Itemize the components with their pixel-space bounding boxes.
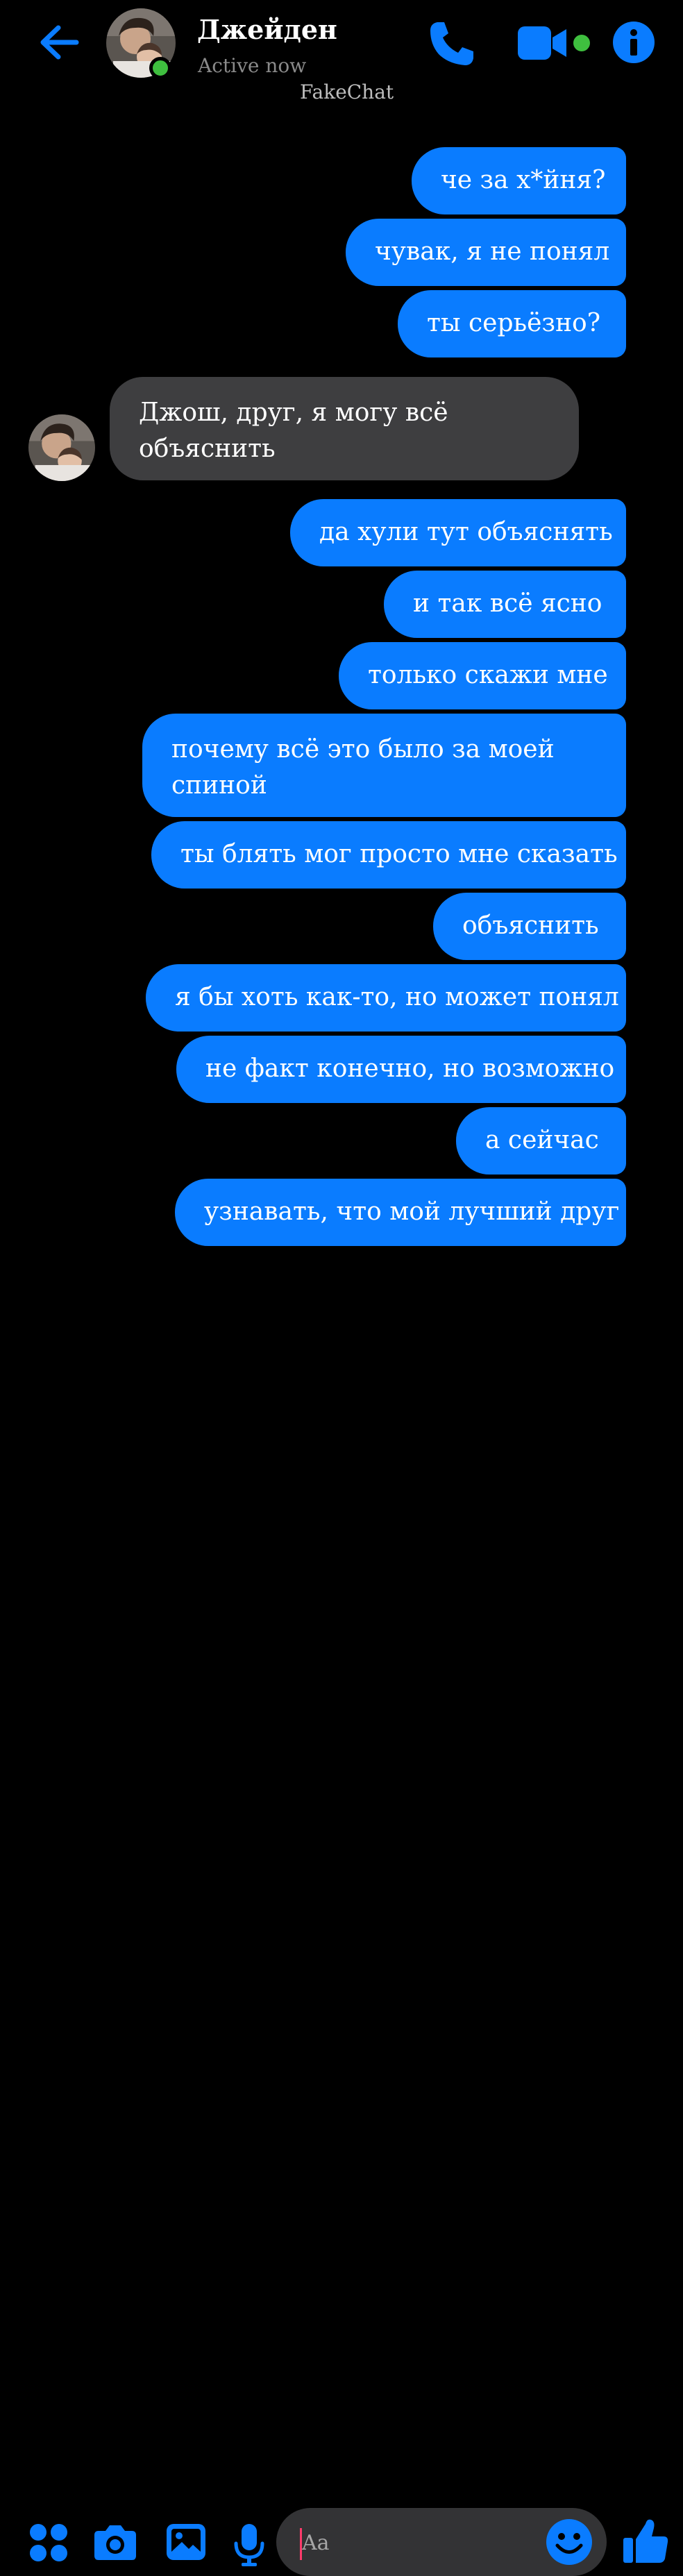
message-sent[interactable]: и так всё ясно: [384, 571, 626, 638]
emoji-button[interactable]: [546, 2518, 593, 2566]
voice-message-button[interactable]: [233, 2523, 265, 2567]
apps-button[interactable]: [29, 2523, 68, 2562]
app-watermark: FakeChat: [300, 81, 394, 103]
message-sent[interactable]: узнавать, что мой лучший друг: [175, 1179, 626, 1246]
thumbs-up-icon: [623, 2519, 668, 2563]
phone-icon: [430, 22, 473, 65]
message-avatar[interactable]: [28, 414, 95, 481]
like-button[interactable]: [622, 2517, 669, 2566]
image-icon: [167, 2524, 205, 2560]
contact-status: Active now: [198, 54, 307, 77]
video-call-button[interactable]: [516, 21, 568, 65]
message-input-placeholder: Aa: [302, 2531, 330, 2555]
info-button[interactable]: [612, 21, 655, 64]
video-camera-icon: [518, 26, 566, 60]
back-arrow-icon: [40, 25, 79, 60]
message-sent[interactable]: только скажи мне: [339, 642, 626, 709]
camera-button[interactable]: [93, 2521, 137, 2563]
message-sent[interactable]: да хули тут объяснять: [290, 499, 626, 566]
online-indicator: [149, 57, 171, 79]
apps-grid-icon: [30, 2524, 67, 2561]
message-sent[interactable]: че за х*йня?: [412, 147, 626, 214]
chat-header: Джейден Active now FakeChat: [0, 0, 683, 104]
voice-call-button[interactable]: [426, 18, 478, 69]
message-sent[interactable]: ты блять мог просто мне сказать: [151, 821, 626, 889]
smiley-icon: [546, 2519, 592, 2565]
info-icon: [613, 22, 655, 63]
video-online-indicator: [573, 35, 590, 51]
message-sent[interactable]: а сейчас: [456, 1107, 626, 1175]
message-received[interactable]: Джош, друг, я могу всё объяснить: [110, 377, 579, 480]
back-button[interactable]: [36, 19, 82, 65]
gallery-button[interactable]: [165, 2521, 207, 2563]
microphone-icon: [234, 2524, 264, 2566]
message-sent[interactable]: я бы хоть как-то, но может понял: [146, 964, 626, 1032]
contact-name[interactable]: Джейден: [197, 14, 337, 45]
message-sent[interactable]: почему всё это было за моей спиной: [142, 714, 626, 817]
message-sent[interactable]: ты серьёзно?: [398, 290, 626, 357]
message-sent[interactable]: чувак, я не понял: [346, 219, 626, 286]
message-sent[interactable]: не факт конечно, но возможно: [176, 1036, 626, 1103]
camera-icon: [94, 2525, 136, 2560]
composer-bar: Aa: [0, 1249, 683, 2576]
message-sent[interactable]: объяснить: [433, 893, 626, 960]
